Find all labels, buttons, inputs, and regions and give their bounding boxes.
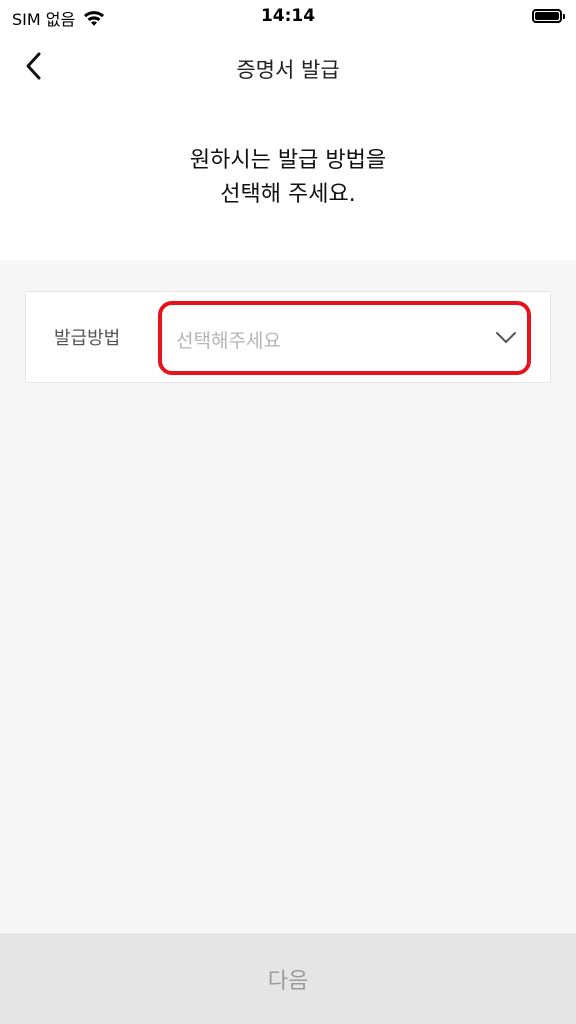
issue-method-row: 발급방법 선택해주세요 — [25, 291, 551, 383]
next-button[interactable]: 다음 — [0, 933, 576, 1024]
instruction-line-1: 원하시는 발급 방법을 — [189, 148, 387, 173]
header: 증명서 발급 원하시는 발급 방법을 선택해 주세요. — [0, 34, 576, 260]
instruction-text: 원하시는 발급 방법을 선택해 주세요. — [0, 144, 576, 212]
chevron-down-icon — [496, 332, 516, 343]
screen: SIM 없음 14:14 증명서 발급 원하시는 발급 방법을 선택해 주세요.… — [0, 0, 576, 1024]
page-title: 증명서 발급 — [236, 58, 340, 82]
status-bar: SIM 없음 14:14 — [0, 0, 576, 34]
battery-fill — [535, 12, 559, 20]
instruction-line-2: 선택해 주세요. — [220, 182, 356, 207]
battery-icon — [532, 9, 565, 23]
issue-method-label: 발급방법 — [54, 328, 121, 349]
issue-method-select[interactable]: 선택해주세요 — [158, 301, 531, 375]
select-placeholder: 선택해주세요 — [176, 330, 281, 352]
status-time: 14:14 — [260, 6, 316, 26]
